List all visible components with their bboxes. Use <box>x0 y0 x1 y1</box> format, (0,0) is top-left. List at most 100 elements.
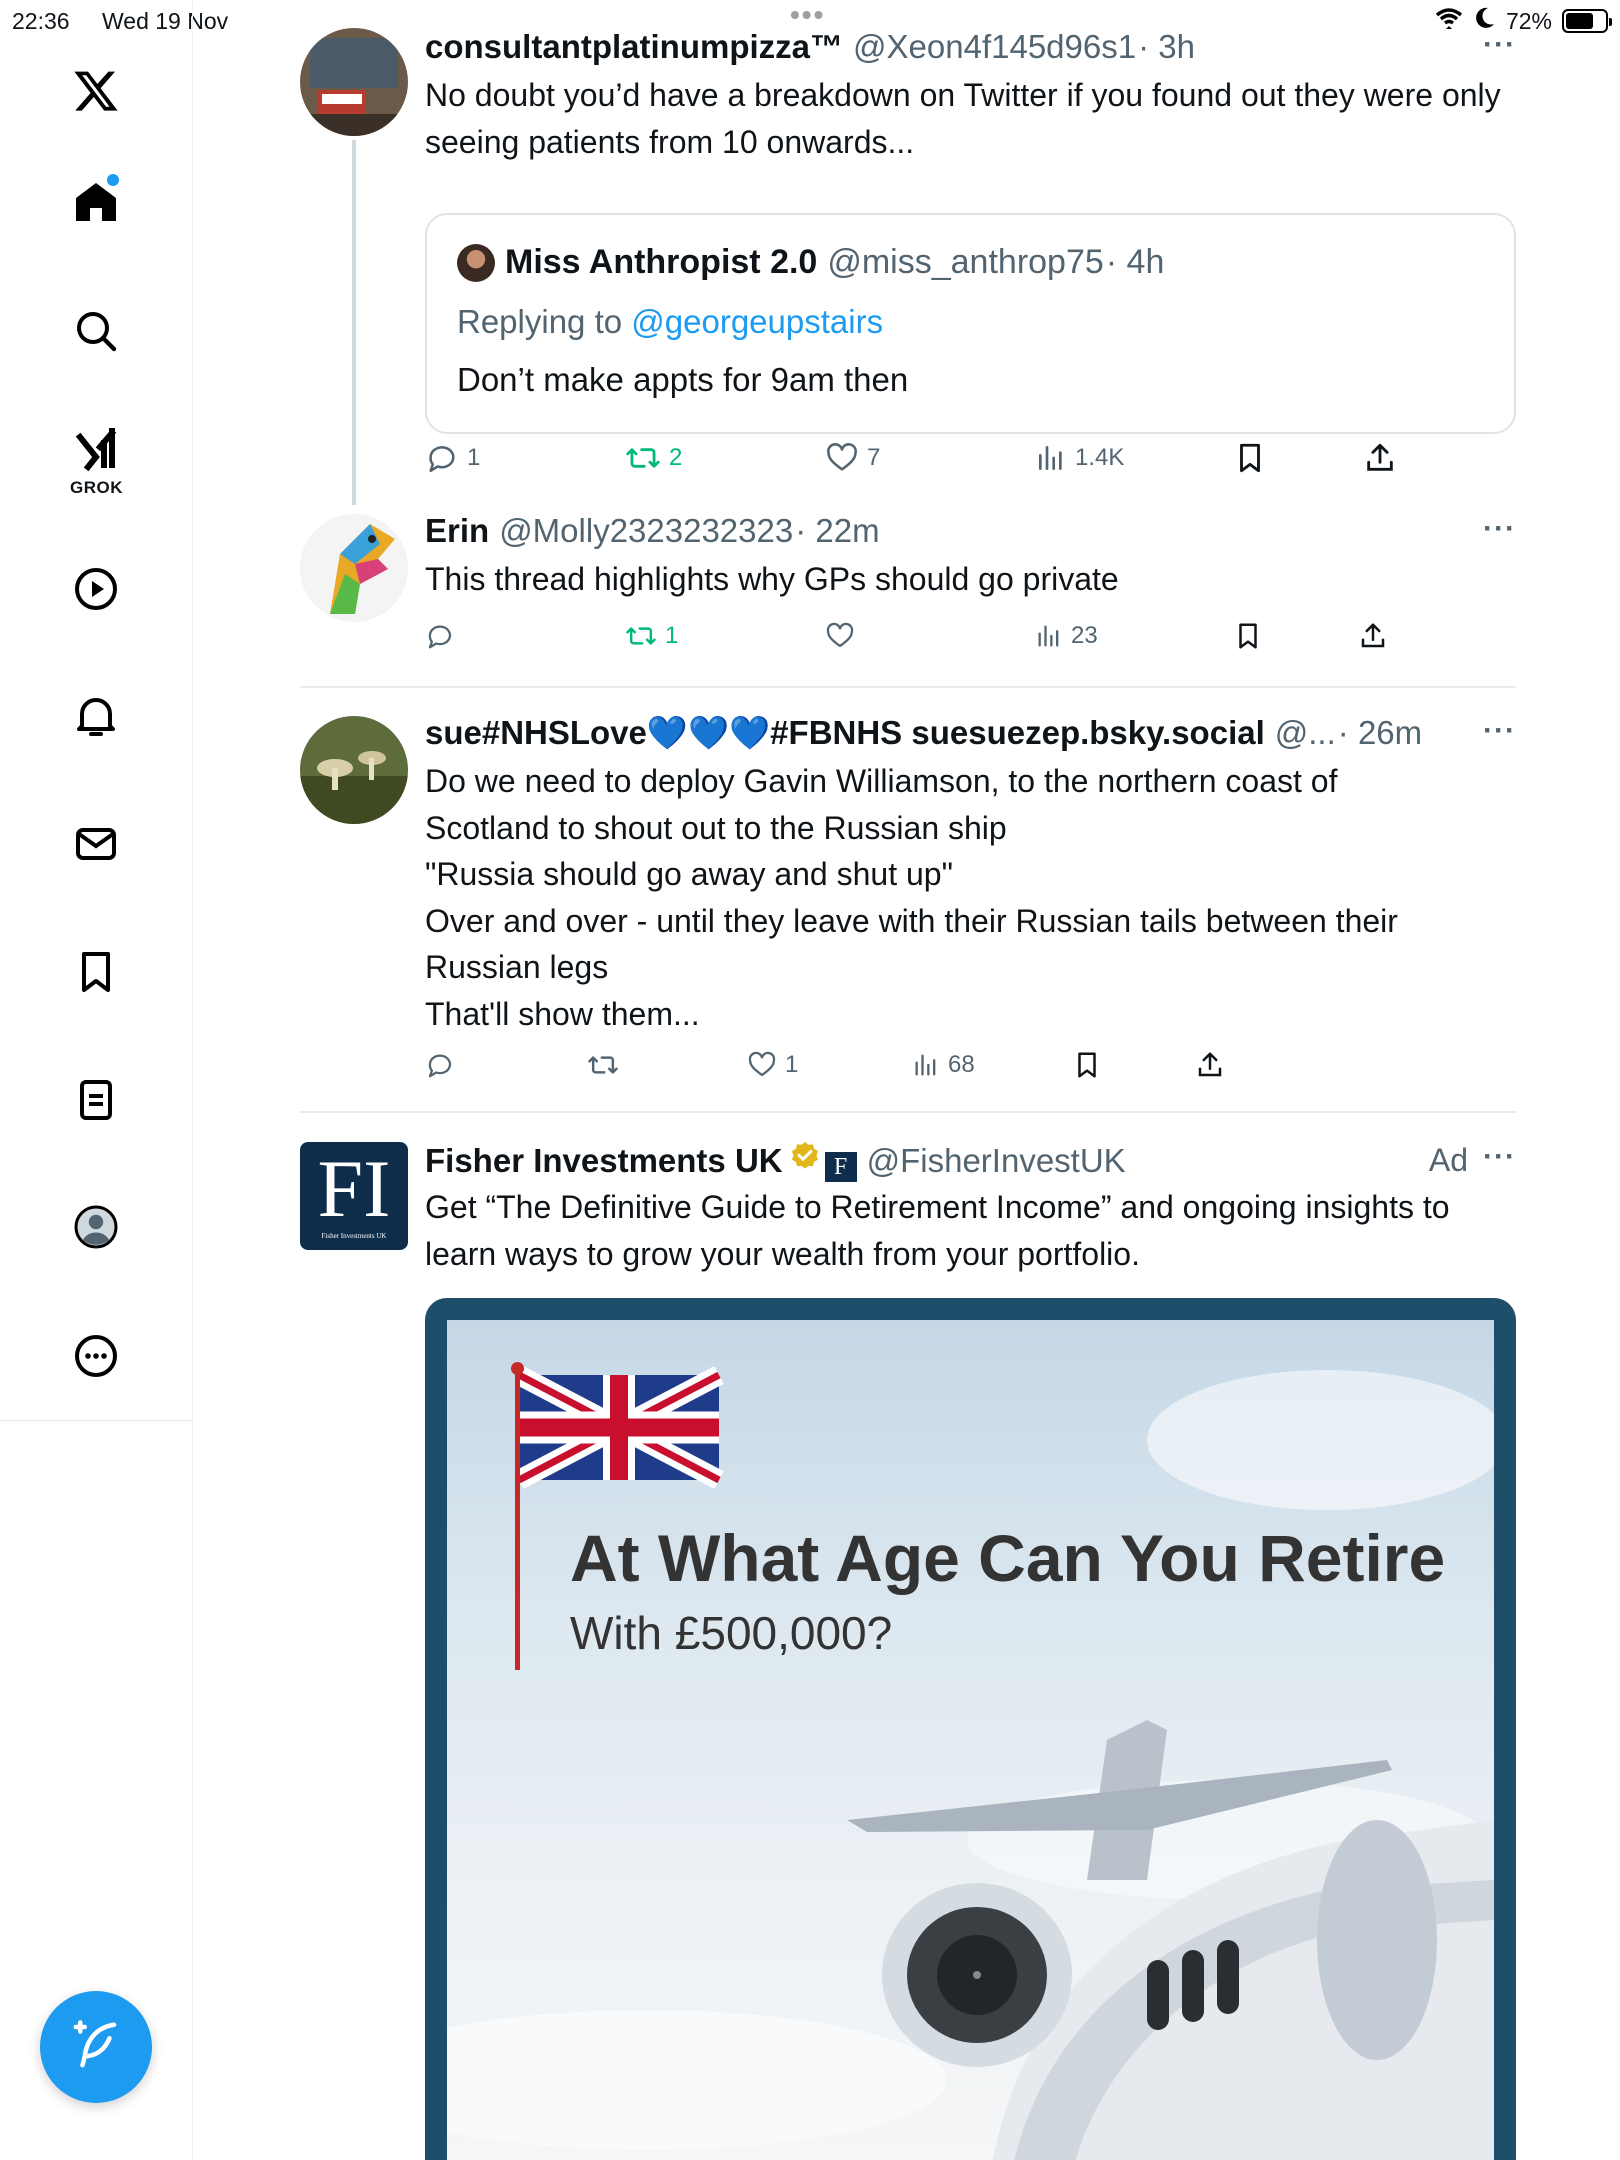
heart-icon <box>748 1051 776 1077</box>
avatar[interactable]: FI Fisher Investments UK <box>300 1142 408 1250</box>
views-button[interactable]: 1.4K <box>1035 441 1124 475</box>
post-text-line: "Russia should go away and shut up" <box>425 856 953 892</box>
avatar[interactable] <box>457 243 495 282</box>
quote-author-handle[interactable]: @miss_anthrop75 <box>827 243 1103 282</box>
post[interactable]: consultantplatinumpizza™ @Xeon4f145d96s1… <box>300 28 1516 505</box>
more-options-icon[interactable]: ··· <box>1483 28 1516 62</box>
like-button[interactable]: 1 <box>747 1050 798 1080</box>
home-icon[interactable] <box>60 166 132 238</box>
replying-to-link[interactable]: @georgeupstairs <box>631 303 883 340</box>
quote-author-name[interactable]: Miss Anthropist 2.0 <box>505 243 817 282</box>
views-icon <box>1038 625 1059 647</box>
post[interactable]: sue#NHSLove💙💙💙#FBNHS suesuezep.bsky.soci… <box>300 714 1516 1109</box>
repost-button[interactable]: 2 <box>625 441 682 475</box>
sidebar-divider <box>0 1420 193 1421</box>
author-name[interactable]: Erin <box>425 512 489 550</box>
grok-icon[interactable] <box>60 413 132 485</box>
heart-icon <box>827 443 857 471</box>
bookmark-icon[interactable] <box>60 936 132 1008</box>
author-name[interactable]: sue#NHSLove💙💙💙#FBNHS suesuezep.bsky.soci… <box>425 714 1265 753</box>
reply-button[interactable]: 1 <box>425 441 480 475</box>
share-icon <box>1198 1052 1222 1077</box>
heart-icon <box>826 622 854 648</box>
avatar-logo-text: FI <box>317 1143 391 1234</box>
bookmark-button[interactable] <box>1233 441 1267 475</box>
divider <box>300 686 1516 688</box>
timestamp[interactable]: · 26m <box>1338 714 1422 752</box>
author-handle[interactable]: @... <box>1275 714 1336 752</box>
play-icon[interactable] <box>60 553 132 625</box>
mail-icon[interactable] <box>60 808 132 880</box>
ad-image[interactable]: At What Age Can You Retire With £500,000… <box>425 1298 1516 2160</box>
post-text: This thread highlights why GPs should go… <box>425 561 1119 597</box>
repost-button[interactable] <box>587 1050 627 1080</box>
avatar-logo-subtext: Fisher Investments UK <box>321 1232 387 1240</box>
more-icon[interactable] <box>60 1320 132 1392</box>
more-options-icon[interactable]: ··· <box>1483 714 1516 748</box>
post-text: Get “The Definitive Guide to Retirement … <box>425 1189 1450 1272</box>
post-text-line: That'll show them... <box>425 995 700 1032</box>
ad-image-content: At What Age Can You Retire With £500,000… <box>447 1320 1494 2160</box>
ad-background-illustration <box>447 1366 1494 2160</box>
avatar[interactable] <box>300 514 408 622</box>
bookmark-button[interactable] <box>1233 621 1263 651</box>
flagpole <box>515 1370 520 1670</box>
ad-headline: At What Age Can You Retire <box>570 1521 1446 1595</box>
avatar[interactable] <box>300 28 408 136</box>
search-icon[interactable] <box>60 295 132 367</box>
quoted-post[interactable]: Miss Anthropist 2.0 @miss_anthrop75 · 4h… <box>425 213 1516 434</box>
like-button[interactable] <box>825 621 863 651</box>
views-button[interactable]: 23 <box>1035 621 1098 651</box>
grok-label: GROK <box>70 478 123 497</box>
timestamp[interactable]: · 22m <box>795 512 879 550</box>
repost-button[interactable]: 1 <box>625 621 678 651</box>
compose-icon <box>69 2018 123 2077</box>
author-handle[interactable]: @FisherInvestUK <box>867 1142 1126 1180</box>
profile-icon[interactable] <box>60 1191 132 1263</box>
bell-icon[interactable] <box>60 680 132 752</box>
bookmark-button[interactable] <box>1072 1050 1102 1080</box>
quote-text: Don’t make appts for 9am then <box>457 361 909 398</box>
share-icon <box>1361 623 1385 648</box>
divider <box>300 1111 1516 1113</box>
ad-subheadline: With £500,000? <box>570 1607 893 1659</box>
post-text: No doubt you’d have a breakdown on Twitt… <box>425 77 1501 160</box>
more-options-icon[interactable]: ··· <box>1483 1140 1516 1174</box>
more-options-icon[interactable]: ··· <box>1483 512 1516 546</box>
bookmark-icon <box>1240 443 1260 473</box>
list-icon[interactable] <box>60 1064 132 1136</box>
repost-icon <box>588 1056 618 1074</box>
author-name[interactable]: consultantplatinumpizza™ <box>425 28 843 66</box>
quote-timestamp[interactable]: · 4h <box>1106 243 1165 282</box>
repost-icon <box>626 448 660 468</box>
timestamp[interactable]: · 3h <box>1138 28 1195 66</box>
view-count: 68 <box>948 1051 975 1078</box>
reply-icon <box>429 446 455 473</box>
reply-button[interactable] <box>425 621 463 651</box>
share-button[interactable] <box>1363 441 1397 475</box>
post-actions: 1 2 7 1.4K <box>425 441 1425 481</box>
author-handle[interactable]: @Molly2323232323 <box>499 512 793 550</box>
multitasking-dots-icon[interactable]: ••• <box>790 1 825 29</box>
views-button[interactable]: 68 <box>912 1050 975 1080</box>
share-icon <box>1367 443 1393 471</box>
like-button[interactable]: 7 <box>825 441 880 475</box>
reply-button[interactable] <box>425 1050 463 1080</box>
bookmark-icon <box>1239 623 1257 649</box>
repost-icon <box>626 627 656 645</box>
ad-post[interactable]: FI Fisher Investments UK Fisher Investme… <box>300 1140 1516 2160</box>
repost-count: 1 <box>665 622 679 649</box>
battery-icon <box>1562 9 1612 33</box>
post-actions: 1 23 <box>425 621 1425 661</box>
x-logo-icon[interactable] <box>60 55 132 127</box>
compose-button[interactable] <box>40 1991 152 2103</box>
author-name[interactable]: Fisher Investments UK <box>425 1142 783 1180</box>
affiliate-badge-icon: F <box>824 1152 857 1182</box>
view-count: 23 <box>1071 622 1098 649</box>
share-button[interactable] <box>1195 1050 1225 1080</box>
post-text-line: Scotland to shout out to the Russian shi… <box>425 809 1007 846</box>
author-handle[interactable]: @Xeon4f145d96s1 <box>853 28 1136 66</box>
avatar[interactable] <box>300 716 408 824</box>
post[interactable]: Erin @Molly2323232323 · 22m ··· This thr… <box>300 512 1516 687</box>
share-button[interactable] <box>1358 621 1388 651</box>
